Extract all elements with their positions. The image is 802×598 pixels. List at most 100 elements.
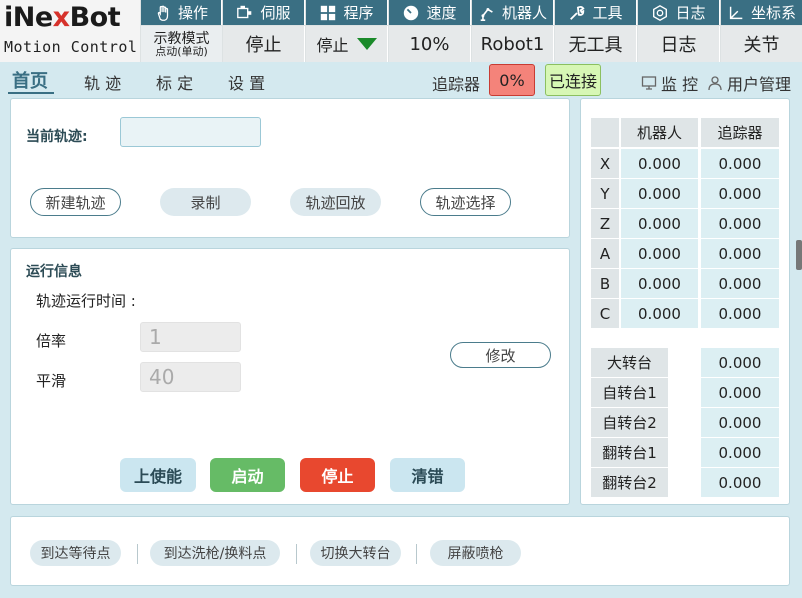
menu-program[interactable]: 程序: [306, 0, 388, 25]
log-value[interactable]: 日志: [638, 26, 720, 62]
program-grid-icon: [321, 5, 336, 20]
menu-speed[interactable]: 速度: [389, 0, 471, 25]
run-info-title: 运行信息: [26, 264, 82, 280]
menu-operation[interactable]: 操作: [141, 0, 222, 25]
robot-coord-value: 0.000: [621, 209, 698, 238]
menu-label: 机器人: [501, 4, 547, 22]
logo-brand: iNexBot: [4, 2, 121, 33]
trajectory-playback-button[interactable]: 轨迹回放: [290, 188, 381, 216]
modify-button[interactable]: 修改: [450, 342, 551, 368]
divider: [137, 544, 138, 564]
run-info-panel: [10, 248, 570, 505]
servo-icon: [237, 5, 252, 18]
axis-label: Y: [591, 179, 619, 208]
axis-label: Z: [591, 209, 619, 238]
company-logo: iNexBot Motion Control: [0, 0, 140, 62]
tab-home[interactable]: 首页: [12, 67, 48, 93]
logo-subtitle: Motion Control: [4, 38, 138, 56]
go-clean-gun-point-button[interactable]: 到达洗枪/换料点: [150, 540, 280, 566]
tab-settings[interactable]: 设 置: [228, 70, 265, 94]
hand-icon: [157, 5, 169, 21]
connection-status-badge: 已连接: [545, 64, 601, 96]
teach-mode-status[interactable]: 示教模式 点动(单动): [141, 26, 222, 62]
robot-coord-value: 0.000: [621, 299, 698, 328]
run-time-label: 轨迹运行时间 :: [36, 292, 136, 310]
trajectory-select-button[interactable]: 轨迹选择: [420, 188, 511, 216]
menu-label: 操作: [177, 4, 208, 22]
robot-coord-value: 0.000: [621, 179, 698, 208]
axis-label: B: [591, 269, 619, 298]
wrench-icon: [570, 5, 586, 20]
menu-label: 伺服: [260, 4, 291, 22]
dropdown-arrow-icon: [356, 38, 377, 50]
robot-arm-icon: [480, 7, 493, 21]
enable-button[interactable]: 上使能: [120, 458, 196, 492]
user-management-link[interactable]: 用户管理: [707, 71, 791, 95]
menu-label: 工具: [592, 4, 623, 22]
new-trajectory-button[interactable]: 新建轨迹: [30, 188, 121, 216]
tab-trajectory[interactable]: 轨 迹: [84, 70, 121, 94]
smooth-input[interactable]: 40: [140, 362, 241, 392]
menu-label: 日志: [675, 4, 706, 22]
turntable-label: 自转台1: [591, 378, 668, 407]
mode-name: 示教模式: [153, 30, 210, 47]
tracker-coord-value: 0.000: [701, 209, 779, 238]
menu-log[interactable]: 日志: [638, 0, 720, 25]
user-icon: [708, 76, 722, 91]
smooth-label: 平滑: [36, 372, 67, 390]
menu-servo[interactable]: 伺服: [223, 0, 305, 25]
tracker-coord-value: 0.000: [701, 299, 779, 328]
trajectory-panel: [10, 98, 570, 238]
axis-label: X: [591, 149, 619, 178]
turntable-label: 自转台2: [591, 408, 668, 437]
start-button[interactable]: 启动: [210, 458, 285, 492]
program-status-text: 停止: [316, 36, 349, 55]
robot-column-header: 机器人: [621, 118, 698, 147]
stop-button[interactable]: 停止: [300, 458, 375, 492]
program-status[interactable]: 停止: [306, 26, 388, 62]
ratio-input[interactable]: 1: [140, 322, 241, 352]
monitor-link[interactable]: 监 控: [641, 71, 698, 95]
tracker-column-header: 追踪器: [701, 118, 779, 147]
tracker-coord-value: 0.000: [701, 149, 779, 178]
top-status-bar: iNexBot Motion Control 操作 伺服 程序 速度 机器人 工…: [0, 0, 802, 62]
clear-error-button[interactable]: 清错: [390, 458, 465, 492]
menu-robot[interactable]: 机器人: [472, 0, 554, 25]
turntable-value: 0.000: [701, 408, 779, 437]
axis-label: A: [591, 239, 619, 268]
tool-value[interactable]: 无工具: [555, 26, 637, 62]
robot-coord-value: 0.000: [621, 269, 698, 298]
tracker-coord-value: 0.000: [701, 239, 779, 268]
record-button[interactable]: 录制: [160, 188, 251, 216]
speed-value[interactable]: 10%: [389, 26, 471, 62]
tracker-coord-value: 0.000: [701, 269, 779, 298]
user-management-label: 用户管理: [727, 75, 792, 94]
tracker-label: 追踪器: [432, 75, 481, 94]
menu-tool[interactable]: 工具: [555, 0, 637, 25]
log-icon: [653, 4, 668, 21]
current-trajectory-label: 当前轨迹:: [26, 129, 88, 145]
current-trajectory-input[interactable]: [120, 117, 261, 147]
turntable-value: 0.000: [701, 348, 779, 377]
mode-sub: 点动(单动): [155, 44, 208, 58]
disable-spray-gun-button[interactable]: 屏蔽喷枪: [430, 540, 521, 566]
robot-value[interactable]: Robot1: [472, 26, 554, 62]
turntable-value: 0.000: [701, 468, 779, 497]
tracker-coord-value: 0.000: [701, 179, 779, 208]
servo-status[interactable]: 停止: [223, 26, 305, 62]
turntable-label: 翻转台2: [591, 468, 668, 497]
divider: [416, 544, 417, 564]
coord-value[interactable]: 关节: [721, 26, 802, 62]
menu-label: 坐标系: [750, 4, 796, 22]
tab-calibration[interactable]: 标 定: [156, 70, 193, 94]
scrollbar-handle[interactable]: [796, 240, 802, 270]
switch-turntable-button[interactable]: 切换大转台: [310, 540, 401, 566]
speed-gauge-icon: [404, 5, 419, 20]
menu-coordinate[interactable]: 坐标系: [721, 0, 802, 25]
coordinate-icon: [729, 6, 743, 19]
go-wait-point-button[interactable]: 到达等待点: [30, 540, 121, 566]
ratio-label: 倍率: [36, 332, 67, 350]
robot-coord-value: 0.000: [621, 149, 698, 178]
table-header-blank: [591, 118, 619, 147]
tracker-percent-badge: 0%: [489, 64, 535, 96]
